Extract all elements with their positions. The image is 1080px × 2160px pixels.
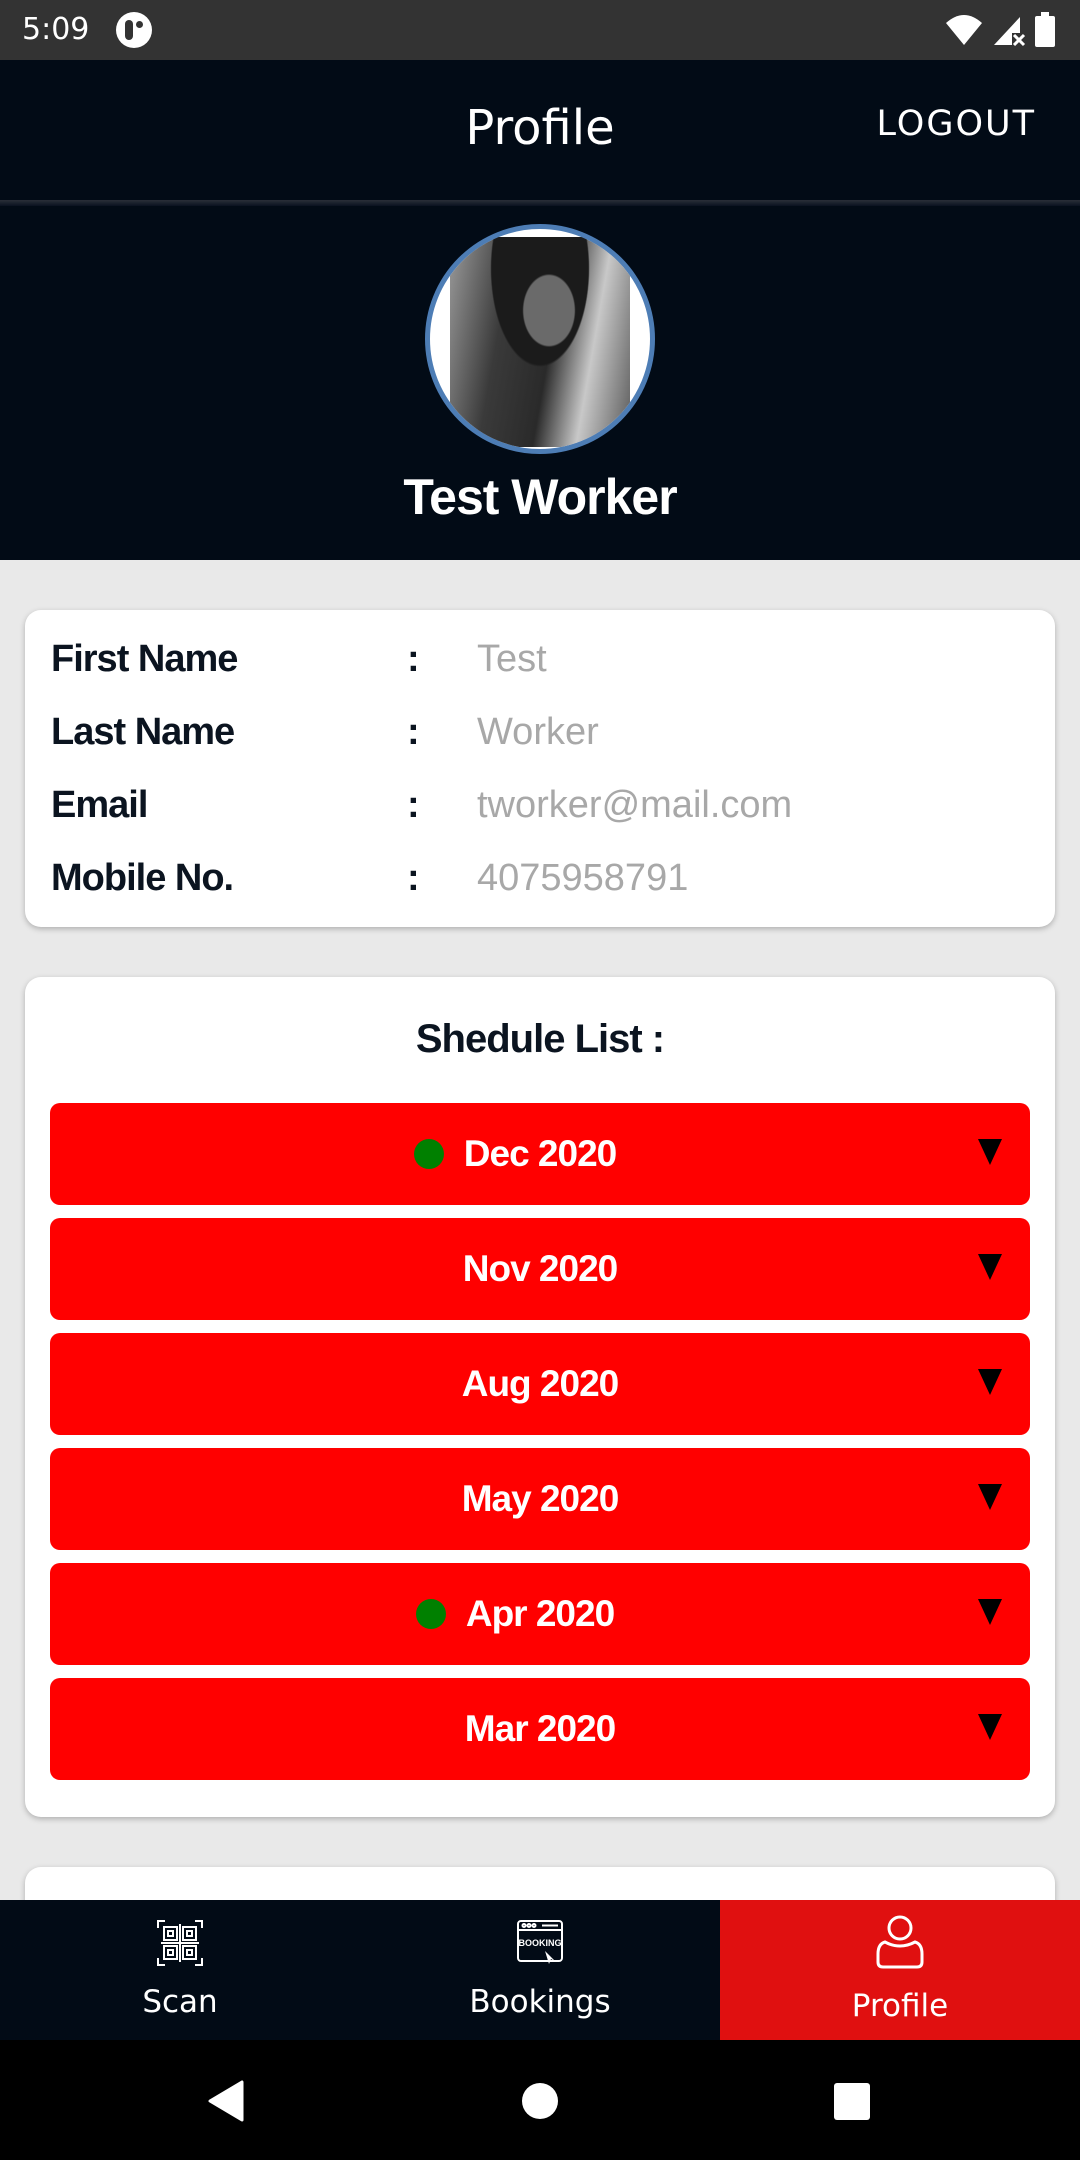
caret-down-icon[interactable]: [978, 1714, 1002, 1740]
profile-hero: Test Worker: [0, 206, 1080, 560]
schedule-item-content: Aug 2020: [50, 1333, 1030, 1435]
schedule-item[interactable]: Mar 2020: [50, 1678, 1030, 1780]
avatar[interactable]: [425, 224, 655, 454]
schedule-item-label: Nov 2020: [462, 1248, 618, 1289]
schedule-item-content: Apr 2020: [50, 1563, 1030, 1665]
schedule-item-label: Dec 2020: [463, 1133, 617, 1174]
info-label: Mobile No.: [51, 857, 234, 899]
back-icon[interactable]: [206, 2080, 244, 2122]
schedule-item-label: May 2020: [461, 1478, 620, 1519]
schedule-title: Shedule List :: [415, 1017, 665, 1061]
user-icon: [876, 1915, 924, 1969]
avatar-photo: [450, 237, 630, 447]
nav-label: Profile: [851, 1988, 949, 2024]
status-icons: [944, 12, 1056, 48]
caret-down-icon[interactable]: [978, 1139, 1002, 1165]
schedule-item[interactable]: Dec 2020: [50, 1103, 1030, 1205]
profile-name: Test Worker: [403, 469, 677, 525]
info-value: Worker: [477, 711, 599, 753]
home-icon[interactable]: [521, 2080, 559, 2122]
schedule-item[interactable]: May 2020: [50, 1448, 1030, 1550]
info-separator: :: [407, 857, 420, 899]
status-bar: 5:09: [0, 0, 1080, 60]
schedule-item[interactable]: Nov 2020: [50, 1218, 1030, 1320]
svg-text:BOOKING: BOOKING: [518, 1938, 561, 1948]
schedule-item-label: Aug 2020: [461, 1363, 620, 1404]
battery-icon: [1035, 12, 1055, 47]
info-row-mobile: Mobile No. : 4075958791: [51, 857, 1031, 917]
nav-label: Bookings: [469, 1984, 611, 2020]
wifi-icon: [946, 15, 982, 45]
info-label: Email: [51, 784, 148, 826]
info-value: tworker@mail.com: [477, 784, 793, 826]
info-separator: :: [407, 711, 420, 753]
nav-label: Scan: [142, 1984, 218, 2020]
info-separator: :: [407, 638, 420, 680]
recents-icon[interactable]: [833, 2080, 871, 2122]
schedule-item-content: Mar 2020: [50, 1678, 1030, 1780]
schedule-item-content: Nov 2020: [50, 1218, 1030, 1320]
caret-down-icon[interactable]: [978, 1369, 1002, 1395]
caret-down-icon[interactable]: [978, 1484, 1002, 1510]
schedule-item-label: Apr 2020: [465, 1593, 615, 1634]
system-nav-bar: [0, 2040, 1080, 2160]
bottom-nav: Scan BOOKING Bookings Profile: [0, 1900, 1080, 2040]
logout-button[interactable]: LOGOUT: [877, 104, 1036, 144]
info-value: 4075958791: [477, 857, 689, 899]
signal-no-service-icon: [994, 17, 1026, 47]
nav-tab-bookings[interactable]: BOOKING Bookings: [360, 1900, 720, 2040]
info-value: Test: [477, 638, 547, 680]
status-indicator-dot: [413, 1139, 444, 1169]
nav-tab-profile[interactable]: Profile: [720, 1900, 1080, 2040]
info-label: First Name: [51, 638, 238, 680]
caret-down-icon[interactable]: [978, 1254, 1002, 1280]
booking-icon: BOOKING: [517, 1920, 563, 1964]
schedule-item-content: Dec 2020: [50, 1103, 1030, 1205]
status-time: 5:09: [22, 12, 90, 47]
app-notification-icon: [116, 12, 152, 48]
info-label: Last Name: [51, 711, 235, 753]
schedule-item[interactable]: Apr 2020: [50, 1563, 1030, 1665]
schedule-card: Shedule List : Dec 2020 Nov 2020 Aug 2020 M…: [25, 977, 1055, 1817]
info-separator: :: [407, 784, 420, 826]
schedule-item-content: May 2020: [50, 1448, 1030, 1550]
schedule-item-label: Mar 2020: [464, 1708, 616, 1749]
nav-tab-scan[interactable]: Scan: [0, 1900, 360, 2040]
status-indicator-dot: [415, 1599, 446, 1629]
app-header: Profile LOGOUT: [0, 60, 1080, 200]
info-row-last-name: Last Name : Worker: [51, 711, 1031, 771]
profile-info-card: First Name : Test Last Name : Worker Ema…: [25, 610, 1055, 927]
info-row-email: Email : tworker@mail.com: [51, 784, 1031, 844]
qr-scan-icon: [157, 1920, 203, 1966]
caret-down-icon[interactable]: [978, 1599, 1002, 1625]
info-row-first-name: First Name : Test: [51, 638, 1031, 698]
schedule-item[interactable]: Aug 2020: [50, 1333, 1030, 1435]
